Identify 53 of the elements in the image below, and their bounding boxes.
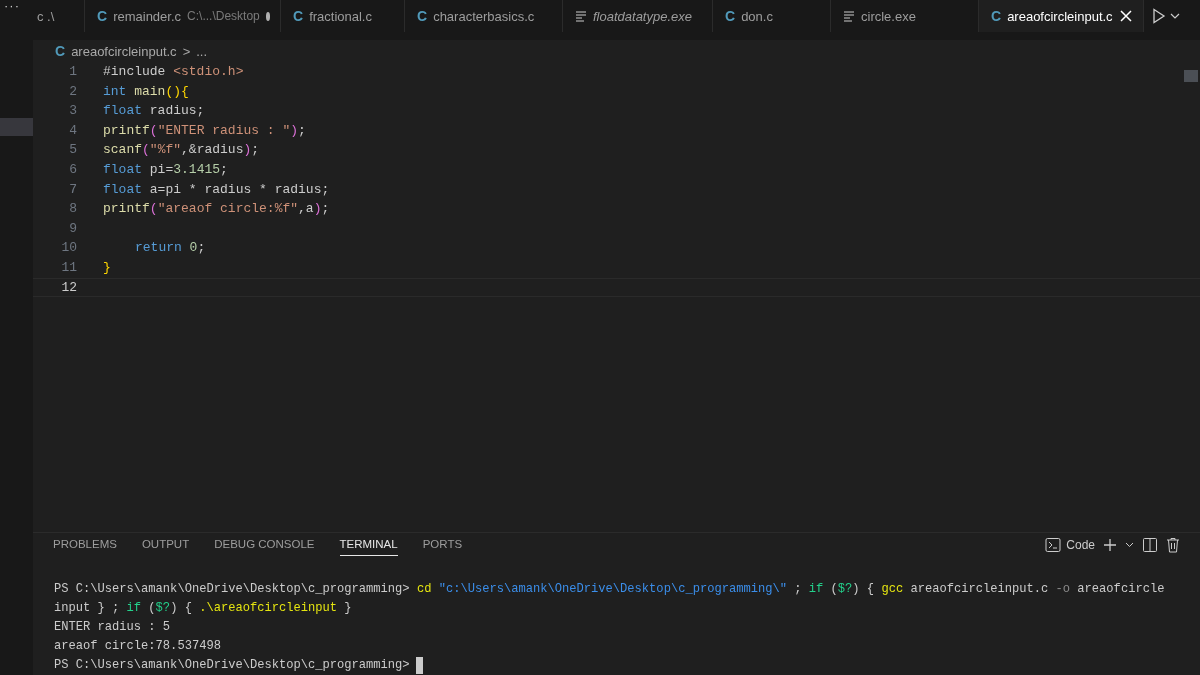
tab-label: c .\ <box>37 8 55 24</box>
panel-tab[interactable]: TERMINAL <box>339 533 398 556</box>
code-line: return 0; <box>135 239 206 258</box>
panel-tab[interactable]: OUTPUT <box>141 533 190 556</box>
panel-tab[interactable]: DEBUG CONSOLE <box>214 533 315 556</box>
breadcrumb-item[interactable]: areaofcircleinput.c <box>71 43 177 59</box>
line-number: 4 <box>68 121 77 140</box>
c-file-icon: C <box>991 8 1002 24</box>
c-file-icon: C <box>55 43 66 59</box>
line-number: 12 <box>60 278 77 297</box>
line-number: 5 <box>68 141 77 160</box>
code-line: float radius; <box>103 102 205 121</box>
c-file-icon: C <box>725 8 736 24</box>
line-number: 8 <box>68 200 77 219</box>
terminal-line: input } ; if ($?) { .\areaofcircleinput } <box>54 600 352 617</box>
line-number: 1 <box>68 63 77 81</box>
terminal-line: PS C:\Users\amank\OneDrive\Desktop\c_programming> cd "c:\Users\amank\OneDrive\Desktop\c_programming\" ; if ($?) { gcc areaofcircleinput.c -o areaofcircle <box>54 581 1165 598</box>
tab-label: areaofcircleinput.c <box>1007 8 1113 24</box>
code-line: printf("areaof circle:%f",a); <box>103 200 330 219</box>
tab-label: circle.exe <box>861 8 916 24</box>
breadcrumb-separator: > <box>182 43 191 59</box>
code-line: printf("ENTER radius : "); <box>103 121 306 140</box>
tab-description: C:\...\Desktop <box>187 9 260 23</box>
terminal-line: ENTER radius : 5 <box>54 619 171 636</box>
terminal-profile[interactable]: Code <box>1045 536 1095 553</box>
line-number: 6 <box>68 160 77 179</box>
line-number: 9 <box>68 219 77 238</box>
editor-tab[interactable]: C areaofcircleinput.c <box>979 0 1144 32</box>
code-line: float a=pi * radius * radius; <box>103 180 330 199</box>
c-file-icon: C <box>97 8 108 24</box>
line-number: 11 <box>60 258 77 277</box>
c-file-icon: C <box>293 8 304 24</box>
code-line: #include <stdio.h> <box>103 63 244 81</box>
tab-label: don.c <box>741 8 773 24</box>
line-number: 2 <box>68 82 77 101</box>
terminal-line: areaof circle:78.537498 <box>54 638 221 655</box>
line-number: 7 <box>68 180 77 199</box>
code-line: float pi=3.1415; <box>103 160 228 179</box>
more-icon[interactable]: ··· <box>0 0 33 16</box>
breadcrumb-item[interactable]: ... <box>196 43 208 59</box>
tab-label: fractional.c <box>309 8 372 24</box>
tab-label: floatdatatype.exe <box>593 8 693 24</box>
code-line: int main(){ <box>103 82 189 101</box>
code-line: scanf("%f",&radius); <box>103 141 260 160</box>
panel-tab[interactable]: PORTS <box>422 533 463 556</box>
code-line: } <box>103 258 111 277</box>
tab-label: remainder.c <box>113 8 182 24</box>
panel-tab[interactable]: PROBLEMS <box>53 533 117 556</box>
c-file-icon: C <box>417 8 428 24</box>
tab-label: characterbasics.c <box>433 8 535 24</box>
terminal-line: PS C:\Users\amank\OneDrive\Desktop\c_programming> <box>54 657 410 674</box>
line-number: 3 <box>68 102 77 121</box>
line-number: 10 <box>60 239 77 258</box>
